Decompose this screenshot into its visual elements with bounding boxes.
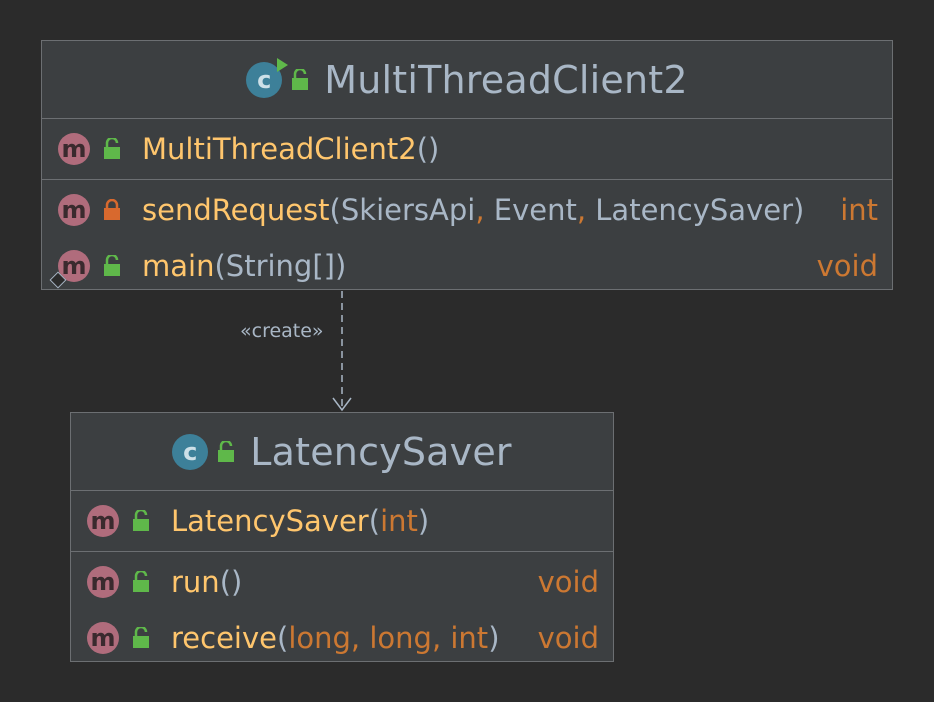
method-signature: LatencySaver(int)	[171, 504, 429, 538]
method-row[interactable]: m receive(long, long, int) void	[71, 610, 613, 666]
class-icon: c	[172, 433, 209, 470]
unlocked-padlock-icon	[133, 571, 149, 592]
unlocked-padlock-icon	[218, 440, 235, 462]
method-name: run	[171, 565, 220, 599]
method-signature: receive(long, long, int)	[171, 621, 500, 655]
comma: ,	[431, 621, 451, 655]
constructor-row[interactable]: m LatencySaver(int)	[71, 493, 613, 549]
param-type: int	[380, 504, 418, 538]
create-label: «create»	[240, 320, 324, 342]
method-icon: m	[87, 505, 119, 537]
return-type: void	[537, 565, 599, 599]
param-type: long	[369, 621, 432, 655]
comma: ,	[350, 621, 370, 655]
class-latencysaver[interactable]: c LatencySaver m LatencySaver(int) m run()…	[70, 412, 614, 662]
constructors-section: m LatencySaver(int)	[71, 491, 613, 552]
class-header: c LatencySaver	[71, 413, 613, 491]
method-icon: m	[87, 622, 119, 654]
method-icon: m	[87, 566, 119, 598]
method-name: receive	[171, 621, 277, 655]
class-name: LatencySaver	[250, 429, 512, 474]
param-type: long	[288, 621, 351, 655]
open-paren: (	[368, 504, 381, 538]
unlocked-padlock-icon	[133, 627, 149, 648]
close-paren: )	[231, 565, 243, 599]
close-paren: )	[488, 621, 500, 655]
unlocked-padlock-icon	[133, 510, 149, 531]
return-type: void	[537, 621, 599, 655]
param-type: int	[450, 621, 489, 655]
method-row[interactable]: m run() void	[71, 554, 613, 610]
open-paren: (	[219, 565, 232, 599]
open-paren: (	[276, 621, 289, 655]
method-name: LatencySaver	[171, 504, 369, 538]
close-paren: )	[417, 504, 430, 538]
method-signature: run()	[171, 565, 242, 599]
methods-section: m run() void m receive(long, long, int) void	[71, 552, 613, 668]
